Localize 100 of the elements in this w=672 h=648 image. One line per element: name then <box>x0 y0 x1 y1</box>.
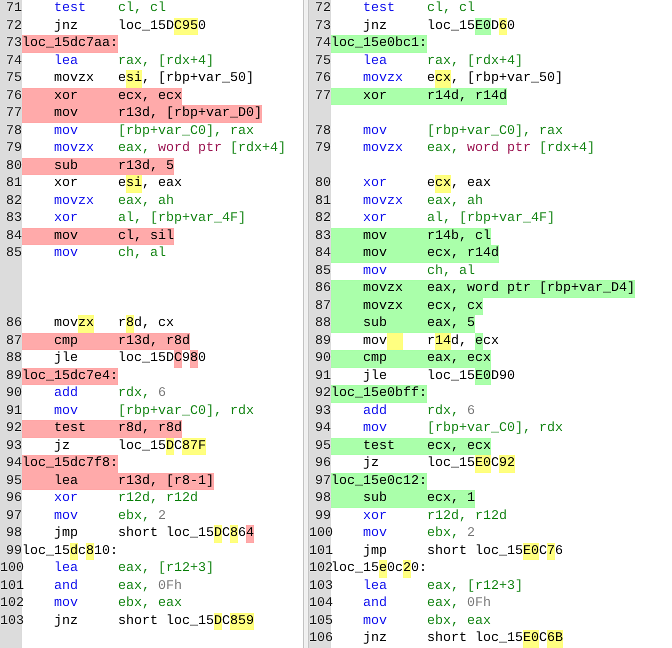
code-line: test cl, cl <box>362 0 475 18</box>
code-line: xor r12d, r12d <box>362 508 507 525</box>
code-line: movzx eax, ah <box>362 192 483 210</box>
pane-splitter[interactable] <box>303 0 309 648</box>
code-label: loc_15e0c12: <box>331 472 427 490</box>
code-line: jnz loc_15DC950 <box>53 18 206 35</box>
line-number: 99 <box>315 508 331 524</box>
line-number: 101 <box>309 544 333 558</box>
code-line: movzx eax, ah <box>53 192 174 210</box>
line-number: 81 <box>6 176 22 191</box>
line-number: 84 <box>6 228 22 244</box>
code-label: loc_15dc7aa: <box>22 35 118 52</box>
line-number: 93 <box>315 404 331 418</box>
line-number: 81 <box>315 194 331 208</box>
code-line: mov ebx, 2 <box>362 525 475 542</box>
code-line: lea eax, [r12+3] <box>53 560 214 578</box>
line-number: 82 <box>315 211 331 226</box>
line-number: 97 <box>315 474 331 488</box>
line-number: 85 <box>315 264 331 278</box>
line-number: 74 <box>6 54 22 68</box>
line-number: 78 <box>315 124 331 138</box>
code-line: jle loc_15E0D90 <box>362 368 515 385</box>
code-line: and eax, 0Fh <box>362 595 491 612</box>
line-number: 100 <box>309 526 333 541</box>
line-number: 106 <box>309 631 333 646</box>
code-line: add rdx, 6 <box>362 402 475 420</box>
code-line: jz loc_15DC87F <box>53 438 206 455</box>
code-label: loc_15e0c20: <box>331 560 427 578</box>
code-line: mov [rbp+var_C0], rax <box>362 122 563 140</box>
code-line: xor al, [rbp+var_4F] <box>362 210 555 228</box>
line-number: 95 <box>6 474 22 488</box>
line-number: 76 <box>6 88 22 104</box>
code-line: mov r14d, ecx <box>362 332 499 350</box>
line-number: 89 <box>6 368 22 384</box>
code-line: jz loc_15E0C92 <box>362 455 515 472</box>
line-number: 73 <box>6 36 22 51</box>
line-number: 85 <box>6 246 22 261</box>
line-number: 90 <box>6 386 22 401</box>
line-number: 105 <box>309 614 333 628</box>
code-line: jnz short loc_15E0C6B <box>362 630 563 648</box>
code-line: jnz short loc_15DC859 <box>53 612 254 630</box>
line-number: 77 <box>6 106 22 121</box>
line-number: 76 <box>315 71 331 86</box>
code-line: jle loc_15DC980 <box>53 350 206 368</box>
line-number: 102 <box>0 596 24 611</box>
line-number: 74 <box>315 36 331 51</box>
code-line: lea rax, [rdx+4] <box>53 52 214 70</box>
code-line: mov ch, al <box>362 262 475 280</box>
line-number: 103 <box>309 578 333 594</box>
code-line: jmp short loc_15E0C76 <box>362 542 563 560</box>
line-number: 98 <box>315 491 331 506</box>
code-line: mov ch, al <box>53 245 166 262</box>
line-number: 88 <box>6 351 22 366</box>
line-number: 97 <box>6 508 22 524</box>
code-line: lea rax, [rdx+4] <box>362 52 523 70</box>
line-number: 73 <box>315 18 331 34</box>
line-number: 96 <box>315 456 331 471</box>
line-number: 75 <box>315 54 331 68</box>
code-line: and eax, 0Fh <box>53 578 182 595</box>
line-number: 80 <box>315 176 331 191</box>
code-line: movzx r8d, cx <box>53 315 174 332</box>
line-number: 94 <box>315 421 331 436</box>
code-line: add rdx, 6 <box>53 385 166 402</box>
line-number: 83 <box>315 228 331 244</box>
line-number: 79 <box>6 141 22 156</box>
code-line: mov [rbp+var_C0], rax <box>53 122 254 140</box>
line-number: 89 <box>315 334 331 348</box>
line-number: 87 <box>315 298 331 314</box>
line-number: 98 <box>6 526 22 541</box>
code-line: xor ecx, eax <box>362 175 491 192</box>
line-number: 95 <box>315 438 331 454</box>
line-number: 103 <box>0 614 24 628</box>
line-number: 91 <box>315 368 331 384</box>
code-line: movzx eax, word ptr [rdx+4] <box>53 140 286 158</box>
line-number: 104 <box>309 596 333 611</box>
code-line: mov [rbp+var_C0], rdx <box>362 420 563 438</box>
line-number: 92 <box>315 386 331 401</box>
code-label: loc_15dc7f8: <box>22 455 118 472</box>
line-number: 82 <box>6 194 22 208</box>
line-number: 87 <box>6 334 22 348</box>
code-line: jmp short loc_15DC864 <box>53 525 254 542</box>
line-number: 71 <box>6 1 22 16</box>
code-line: xor esi, eax <box>53 175 182 192</box>
line-number: 102 <box>309 561 333 576</box>
line-number: 79 <box>315 141 331 156</box>
code-line: mov ebx, eax <box>362 612 491 630</box>
line-number: 77 <box>315 88 331 104</box>
line-number: 86 <box>6 316 22 331</box>
code-line: movzx esi, [rbp+var_50] <box>53 70 254 88</box>
code-line: jnz loc_15E0D60 <box>362 18 515 35</box>
code-line: mov ebx, 2 <box>53 508 166 525</box>
code-line: test cl, cl <box>53 0 166 18</box>
line-number: 92 <box>6 421 22 436</box>
line-number: 93 <box>6 438 22 454</box>
line-number: 83 <box>6 211 22 226</box>
line-number: 88 <box>315 316 331 331</box>
code-line: xor r12d, r12d <box>53 490 198 508</box>
code-label: loc_15e0bc1: <box>331 35 427 52</box>
code-label: loc_15dc810: <box>22 542 118 560</box>
code-line: movzx ecx, [rbp+var_50] <box>362 70 563 88</box>
